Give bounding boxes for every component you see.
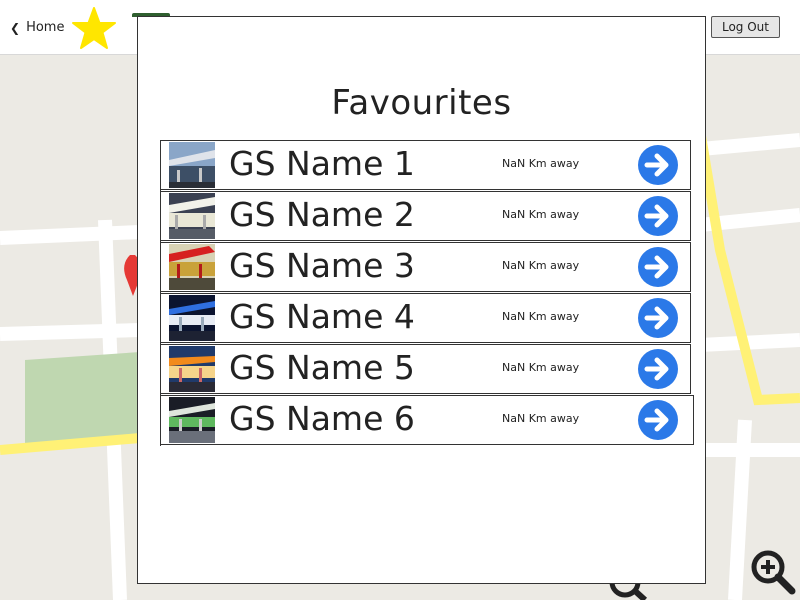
- station-name: GS Name 3: [229, 246, 415, 285]
- star-icon[interactable]: [70, 6, 118, 52]
- station-thumbnail: [169, 295, 215, 341]
- arrow-right-circle-icon[interactable]: [637, 399, 679, 441]
- station-name: GS Name 4: [229, 297, 415, 336]
- favourites-list: GS Name 1 NaN Km away GS Name 2 NaN Km a…: [160, 140, 694, 446]
- station-distance: NaN Km away: [502, 412, 580, 425]
- favourite-item[interactable]: GS Name 5 NaN Km away: [161, 344, 691, 394]
- station-distance: NaN Km away: [502, 259, 580, 272]
- station-thumbnail: [169, 244, 215, 290]
- arrow-right-circle-icon[interactable]: [637, 246, 679, 288]
- arrow-right-circle-icon[interactable]: [637, 348, 679, 390]
- station-thumbnail: [169, 142, 215, 188]
- logout-button[interactable]: Log Out: [711, 16, 780, 38]
- home-link[interactable]: ❮ Home: [10, 20, 64, 35]
- home-label: Home: [26, 20, 65, 35]
- station-distance: NaN Km away: [502, 361, 580, 374]
- favourite-item[interactable]: GS Name 3 NaN Km away: [161, 242, 691, 292]
- station-thumbnail: [169, 397, 215, 443]
- station-thumbnail: [169, 193, 215, 239]
- station-distance: NaN Km away: [502, 157, 580, 170]
- favourite-item[interactable]: GS Name 4 NaN Km away: [161, 293, 691, 343]
- station-name: GS Name 1: [229, 144, 415, 183]
- station-name: GS Name 2: [229, 195, 415, 234]
- station-thumbnail: [169, 346, 215, 392]
- favourite-item[interactable]: GS Name 6 NaN Km away: [161, 395, 694, 445]
- station-distance: NaN Km away: [502, 310, 580, 323]
- favourite-item[interactable]: GS Name 2 NaN Km away: [161, 191, 691, 241]
- zoom-in-icon[interactable]: [748, 547, 798, 597]
- arrow-right-circle-icon[interactable]: [637, 297, 679, 339]
- chevron-left-icon: ❮: [10, 20, 21, 35]
- favourites-dialog: Favourites GS Name 1 NaN Km away GS Name…: [137, 16, 706, 584]
- dialog-title: Favourites: [331, 83, 512, 123]
- arrow-right-circle-icon[interactable]: [637, 144, 679, 186]
- station-name: GS Name 6: [229, 399, 415, 438]
- station-name: GS Name 5: [229, 348, 415, 387]
- favourite-item[interactable]: GS Name 1 NaN Km away: [161, 140, 691, 190]
- arrow-right-circle-icon[interactable]: [637, 195, 679, 237]
- station-distance: NaN Km away: [502, 208, 580, 221]
